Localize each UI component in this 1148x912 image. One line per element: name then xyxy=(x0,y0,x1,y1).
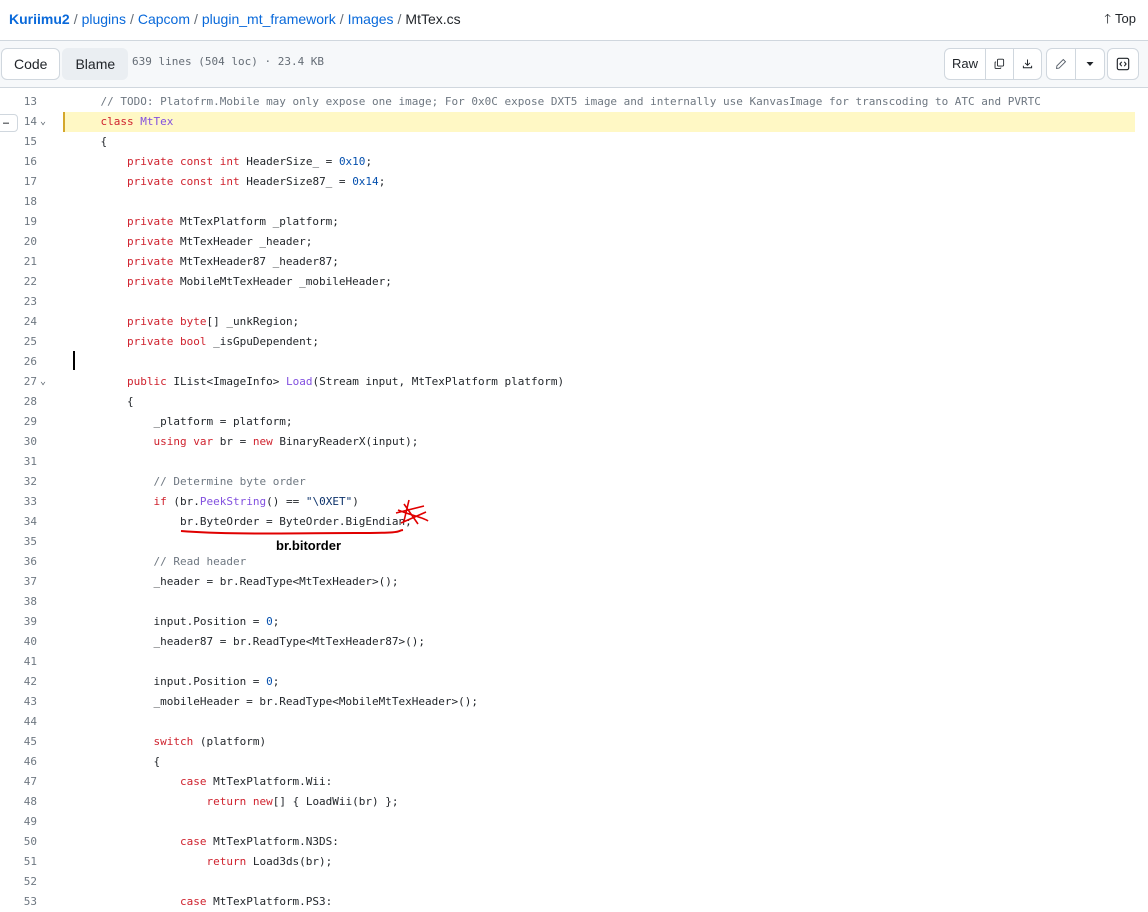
red-annotation-scribble xyxy=(180,499,429,535)
annotation-text: br.bitorder xyxy=(276,538,342,553)
